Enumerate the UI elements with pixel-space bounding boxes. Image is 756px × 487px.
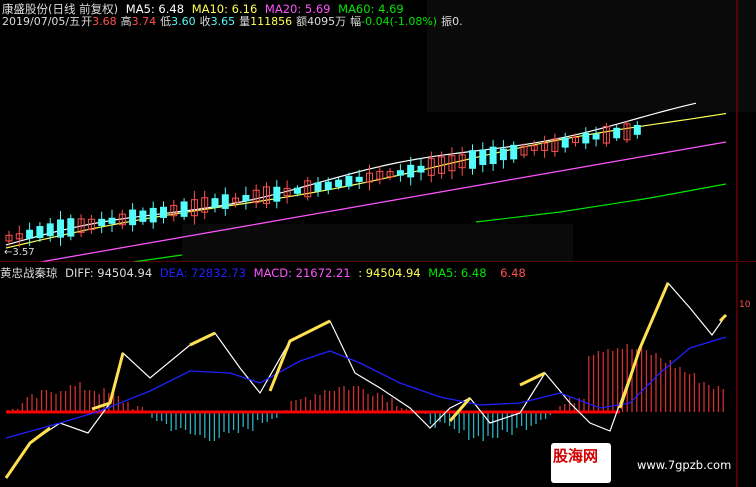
extra-value: 6.48 xyxy=(500,266,526,280)
price-low-value: 3.57 xyxy=(12,247,35,258)
header-line-2: 2019/07/05/五开3.68 高3.74 低3.60 收3.65 量111856 额… xyxy=(2,13,467,29)
change-label: 幅 xyxy=(350,15,362,28)
diff-value: DIFF: 94504.94 xyxy=(65,266,153,280)
close-label: 收 xyxy=(199,15,211,28)
amplitude-label: 振0. xyxy=(441,15,463,28)
candle xyxy=(180,198,188,221)
axis-tick-right: 10 xyxy=(739,300,751,310)
open-label: 开 xyxy=(81,15,93,28)
indicator-header: 黄忠战秦琼 DIFF: 94504.94 DEA: 72832.73 MACD:… xyxy=(0,265,530,281)
tooltip-overlay-panel xyxy=(182,224,573,262)
date-value: 2019/07/05/五 xyxy=(2,15,81,28)
high-label: 高 xyxy=(120,15,132,28)
low-label: 低 xyxy=(160,15,172,28)
open-value: 3.68 xyxy=(92,15,117,28)
watermark-url: www.7gpzb.com xyxy=(637,458,732,472)
low-value: 3.60 xyxy=(171,15,196,28)
amount-value: 4095万 xyxy=(307,15,347,28)
high-value: 3.74 xyxy=(131,15,157,28)
volume-label: 量 xyxy=(239,15,251,28)
info-overlay-panel xyxy=(427,0,756,112)
dea-value: DEA: 72832.73 xyxy=(159,266,247,280)
watermark-logo-text: 股海网 xyxy=(553,447,599,465)
ma5-ind-value: MA5: 6.48 xyxy=(428,266,487,280)
volume-value: 111856 xyxy=(250,15,293,28)
close-value: 3.65 xyxy=(210,15,236,28)
macd-value: MACD: 21672.21 xyxy=(253,266,351,280)
amount-label: 额 xyxy=(296,15,308,28)
change-value: -0.04(-1.08%) xyxy=(361,15,438,28)
candlestick-chart[interactable] xyxy=(0,0,756,262)
line-value: : 94504.94 xyxy=(358,266,421,280)
indicator-chart[interactable] xyxy=(0,263,756,487)
price-low-label: ←3.57 xyxy=(4,247,35,258)
candle xyxy=(67,214,75,241)
indicator-name: 黄忠战秦琼 xyxy=(0,266,58,280)
